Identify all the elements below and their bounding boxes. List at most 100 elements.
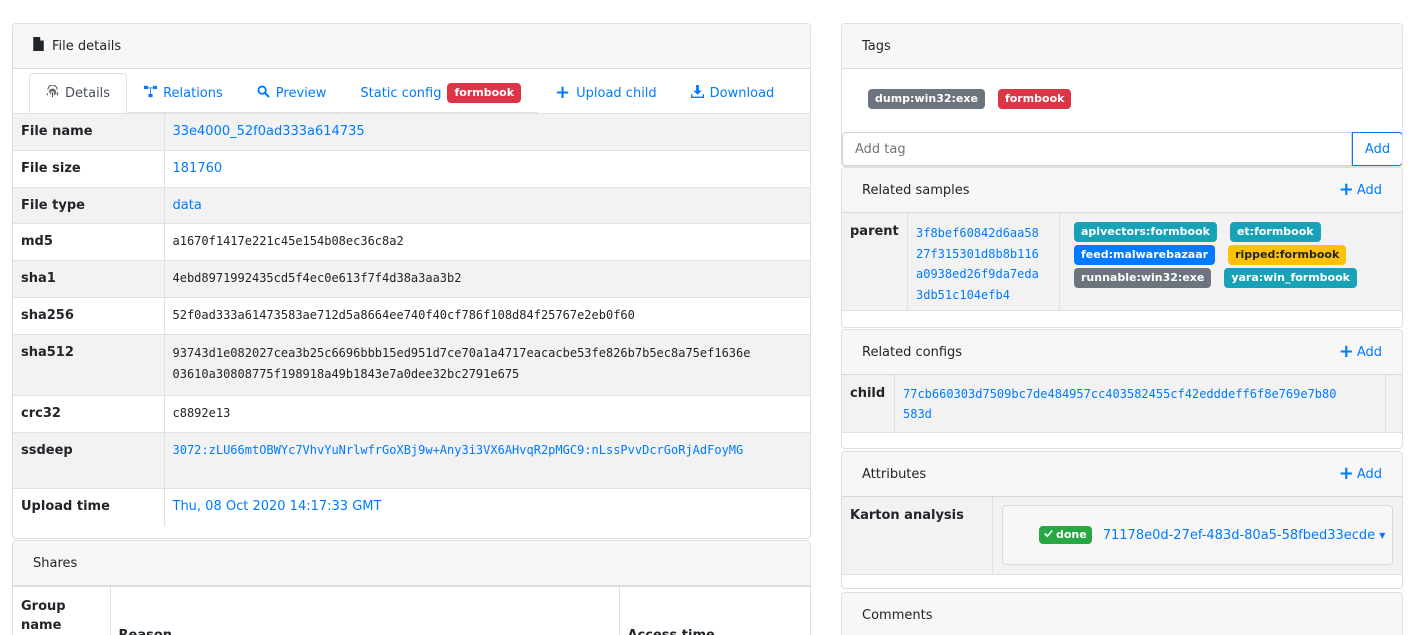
analysis-id: 71178e0d-27ef-483d-80a5-58fbed33ecde <box>1102 527 1376 543</box>
tag-et-formbook[interactable]: et:formbook <box>1229 222 1321 242</box>
table-row: File name 33e4000_52f0ad333a614735 <box>13 113 810 151</box>
ssdeep-link[interactable]: 3072:zLU66mtOBWYc7VhvYuNrlwfrGoXBj9w+Any… <box>173 443 744 457</box>
tags-header: Tags <box>842 24 1402 69</box>
check-icon <box>1044 528 1053 542</box>
plus-icon: + <box>1338 463 1354 484</box>
sha256-value: 52f0ad333a61473583ae712d5a8664ee740f40cf… <box>164 297 810 335</box>
table-row: File type data <box>13 187 810 224</box>
analysis-dropdown[interactable]: 71178e0d-27ef-483d-80a5-58fbed33ecde ▼ <box>1103 528 1386 543</box>
file-details-card: File details Details Relations Preview S… <box>12 23 811 539</box>
file-icon <box>33 37 44 55</box>
row-key: Upload time <box>13 488 165 526</box>
karton-row: Karton analysis done 71178e0d-27ef-483d-… <box>842 497 1402 575</box>
plus-icon: + <box>1338 179 1354 200</box>
tab-details-label: Details <box>65 85 111 101</box>
row-key: sha512 <box>13 334 165 396</box>
column-access-time: Access time <box>619 586 810 635</box>
tab-upload-child-label: Upload child <box>576 85 657 101</box>
fingerprint-icon <box>46 84 59 102</box>
table-row: ssdeep 3072:zLU66mtOBWYc7VhvYuNrlwfrGoXB… <box>13 432 810 489</box>
tab-details[interactable]: Details <box>29 73 128 113</box>
hash-line: 583d <box>903 407 932 421</box>
attributes-header: Attributes + Add <box>842 452 1402 497</box>
tag-apivectors-formbook[interactable]: apivectors:formbook <box>1074 222 1217 242</box>
add-related-config-button[interactable]: + Add <box>1339 343 1382 361</box>
parent-hash-link[interactable]: 3f8bef60842d6aa58 27f315301d8b8b116 a093… <box>908 213 1060 310</box>
parent-tags: apivectors:formbook et:formbook feed:mal… <box>1060 213 1402 310</box>
table-row: File size 181760 <box>13 150 810 188</box>
file-details-table: File name 33e4000_52f0ad333a614735 File … <box>13 113 810 526</box>
table-row: sha512 93743d1e082027cea3b25c6696bbb15ed… <box>13 334 810 396</box>
hash-line: 77cb660303d7509bc7de484957cc403582455cf4… <box>903 387 1337 401</box>
row-key: File type <box>13 187 165 224</box>
tag-dump-win32-exe[interactable]: dump:win32:exe <box>868 89 985 109</box>
table-row: md5 a1670f1417e221c45e154b08ec36c8a2 <box>13 223 810 261</box>
tab-preview-label: Preview <box>275 85 327 101</box>
tab-preview[interactable]: Preview <box>239 73 344 113</box>
related-samples-title: Related samples <box>862 182 970 198</box>
table-row: sha256 52f0ad333a61473583ae712d5a8664ee7… <box>13 297 810 335</box>
add-label: Add <box>1356 182 1382 198</box>
hash-line: 27f315301d8b8b116 <box>916 246 1039 261</box>
sha1-value: 4ebd8971992435cd5f4ec0e613f7f4d38a3aa3b2 <box>164 260 810 298</box>
shares-header: Shares <box>13 541 810 586</box>
download-icon <box>690 84 704 102</box>
file-size-link[interactable]: 181760 <box>173 161 223 176</box>
add-attribute-button[interactable]: + Add <box>1339 465 1382 483</box>
file-details-header: File details <box>13 24 810 69</box>
hash-line: 3db51c104efb4 <box>916 287 1010 302</box>
parent-row: parent 3f8bef60842d6aa58 27f315301d8b8b1… <box>842 213 1402 311</box>
caret-down-icon: ▼ <box>1379 530 1386 540</box>
tab-download-label: Download <box>709 85 775 101</box>
upload-time-link[interactable]: Thu, 08 Oct 2020 14:17:33 GMT <box>173 499 382 514</box>
tab-relations-label: Relations <box>163 85 223 101</box>
tag-runnable-win32-exe[interactable]: runnable:win32:exe <box>1074 268 1212 288</box>
add-label: Add <box>1356 466 1382 482</box>
tag-formbook[interactable]: formbook <box>997 89 1072 109</box>
file-details-title: File details <box>52 38 122 54</box>
comments-card: Comments <box>841 592 1403 635</box>
sha512-line-1: 93743d1e082027cea3b25c6696bbb15ed951d7ce… <box>172 346 751 360</box>
tab-download[interactable]: Download <box>674 73 792 113</box>
row-key: crc32 <box>13 395 165 433</box>
row-key: ssdeep <box>13 432 165 489</box>
tab-upload-child[interactable]: + Upload child <box>538 73 674 113</box>
table-row: crc32 c8892e13 <box>13 395 810 433</box>
shares-card: Shares Group name Reason Access time <box>12 540 811 635</box>
attributes-title: Attributes <box>862 466 927 482</box>
plus-icon: + <box>555 82 571 103</box>
status-label: done <box>1056 528 1087 541</box>
shares-title: Shares <box>33 555 78 571</box>
tag-feed-malwarebazaar[interactable]: feed:malwarebazaar <box>1074 245 1216 265</box>
add-tag-button[interactable]: Add <box>1352 132 1402 166</box>
row-key: md5 <box>13 223 165 261</box>
hash-line: 3f8bef60842d6aa58 <box>916 226 1039 240</box>
table-row: Upload time Thu, 08 Oct 2020 14:17:33 GM… <box>13 488 810 526</box>
column-group-name: Group name <box>13 586 111 635</box>
add-tag-input[interactable] <box>842 132 1352 166</box>
row-key: sha1 <box>13 260 165 298</box>
file-type-link[interactable]: data <box>173 198 202 213</box>
add-related-sample-button[interactable]: + Add <box>1339 181 1382 199</box>
add-tag-form: Add <box>842 132 1402 166</box>
static-config-badge: formbook <box>447 83 522 103</box>
tag-yara-win-formbook[interactable]: yara:win_formbook <box>1224 268 1357 288</box>
sha512-value: 93743d1e082027cea3b25c6696bbb15ed951d7ce… <box>164 334 810 396</box>
tab-relations[interactable]: Relations <box>127 73 240 113</box>
add-label: Add <box>1356 344 1382 360</box>
related-samples-header: Related samples + Add <box>842 168 1402 213</box>
child-key: child <box>842 375 895 432</box>
file-name-link[interactable]: 33e4000_52f0ad333a614735 <box>173 124 365 139</box>
related-configs-header: Related configs + Add <box>842 330 1402 375</box>
child-row: child 77cb660303d7509bc7de484957cc403582… <box>842 375 1402 433</box>
row-key: sha256 <box>13 297 165 335</box>
status-badge: done <box>1039 526 1092 544</box>
sha512-line-2: 03610a30808775f198918a49b1843e7a0dee32bc… <box>172 367 520 381</box>
hash-line: a0938ed26f9da7eda <box>916 267 1039 281</box>
child-config-link[interactable]: 77cb660303d7509bc7de484957cc403582455cf4… <box>895 375 1386 432</box>
tab-static-config[interactable]: Static config formbook <box>343 73 539 113</box>
parent-key: parent <box>842 213 908 310</box>
plus-icon: + <box>1338 341 1354 362</box>
related-samples-card: Related samples + Add parent 3f8bef60842… <box>841 167 1403 328</box>
tag-ripped-formbook[interactable]: ripped:formbook <box>1228 245 1347 265</box>
